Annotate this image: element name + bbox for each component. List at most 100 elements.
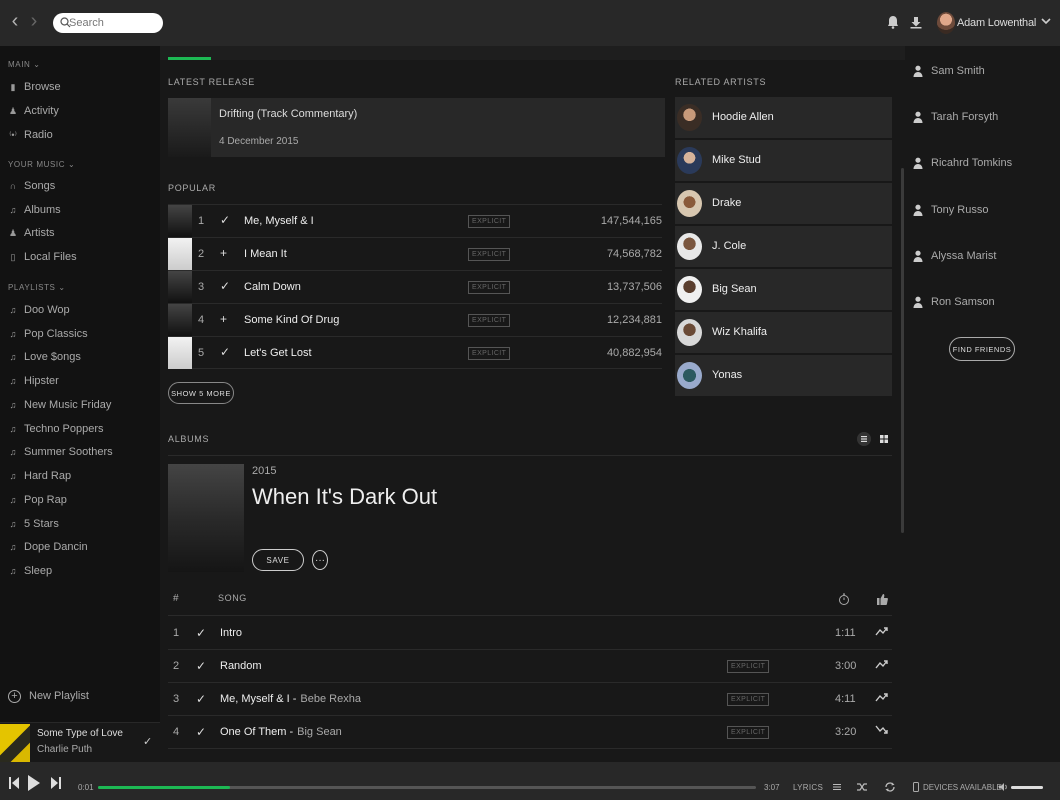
track-name[interactable]: Some Kind Of Drug <box>244 314 339 326</box>
playlist-item[interactable]: ♫ Sleep <box>8 562 156 580</box>
artist-avatar[interactable] <box>677 147 702 174</box>
volume-icon[interactable] <box>998 782 1009 792</box>
track-title[interactable]: One Of Them - <box>220 726 293 738</box>
more-options-button[interactable]: ··· <box>312 550 328 570</box>
save-button[interactable]: SAVE <box>252 549 304 571</box>
user-name[interactable]: Adam Lowenthal <box>957 17 1036 29</box>
sidebar-item-activity[interactable]: ♟ Activity <box>8 102 156 120</box>
artist-name[interactable]: Yonas <box>712 369 742 381</box>
track-name[interactable]: Let's Get Lost <box>244 347 312 359</box>
saved-check-icon[interactable]: ✓ <box>143 735 152 748</box>
artist-avatar[interactable] <box>677 276 702 303</box>
artist-avatar[interactable] <box>677 190 702 217</box>
add-icon[interactable]: + <box>220 312 227 326</box>
search-box[interactable] <box>53 13 163 33</box>
latest-release-title[interactable]: Drifting (Track Commentary) <box>219 108 357 120</box>
related-artist-item[interactable]: Hoodie Allen <box>675 97 892 138</box>
related-artist-item[interactable]: Mike Stud <box>675 140 892 181</box>
grid-view-icon[interactable] <box>877 432 891 446</box>
artist-name[interactable]: Drake <box>712 197 741 209</box>
queue-icon[interactable] <box>832 782 842 792</box>
playlist-item[interactable]: ♫ Pop Rap <box>8 491 156 509</box>
progress-bar[interactable] <box>98 786 756 789</box>
playlist-item[interactable]: ♫ Dope Dancin <box>8 538 156 556</box>
volume-slider[interactable] <box>1011 786 1043 789</box>
list-view-icon[interactable] <box>857 432 871 446</box>
artist-avatar[interactable] <box>677 104 702 131</box>
chevron-down-icon[interactable] <box>1040 14 1052 28</box>
album-track-row[interactable]: 1 ✓ Intro 1:11 <box>168 617 892 650</box>
artist-name[interactable]: Wiz Khalifa <box>712 326 767 338</box>
popular-row[interactable]: 5 ✓ Let's Get Lost EXPLICIT 40,882,954 <box>168 336 662 369</box>
search-input[interactable] <box>69 15 159 31</box>
playlist-item[interactable]: ♫ Hard Rap <box>8 467 156 485</box>
related-artist-item[interactable]: Drake <box>675 183 892 224</box>
playlist-item[interactable]: ♫ New Music Friday <box>8 396 156 414</box>
download-icon[interactable] <box>909 14 923 30</box>
related-artist-item[interactable]: Yonas <box>675 355 892 396</box>
friend-item[interactable]: Ricahrd Tomkins <box>913 155 1012 171</box>
now-playing[interactable]: Some Type of Love Charlie Puth ✓ <box>0 722 160 763</box>
bell-icon[interactable] <box>886 14 900 30</box>
lyrics-button[interactable]: LYRICS <box>793 783 823 792</box>
saved-check-icon[interactable]: ✓ <box>196 692 206 706</box>
devices-button[interactable]: DEVICES AVAILABLE <box>913 782 1002 792</box>
artist-name[interactable]: Hoodie Allen <box>712 111 774 123</box>
saved-check-icon[interactable]: ✓ <box>196 626 206 640</box>
popular-row[interactable]: 2 + I Mean It EXPLICIT 74,568,782 <box>168 237 662 270</box>
friend-item[interactable]: Tony Russo <box>913 202 988 218</box>
track-name[interactable]: I Mean It <box>244 248 287 260</box>
sidebar-section-main[interactable]: MAIN ⌄ <box>8 60 41 69</box>
track-name[interactable]: Me, Myself & I <box>244 215 314 227</box>
previous-icon[interactable] <box>8 776 20 790</box>
track-name[interactable]: Intro <box>220 627 246 639</box>
sidebar-item-local-files[interactable]: ▯ Local Files <box>8 248 156 266</box>
friend-item[interactable]: Sam Smith <box>913 63 985 79</box>
album-track-row[interactable]: 3 ✓ Me, Myself & I - Bebe Rexha EXPLICIT … <box>168 683 892 716</box>
friend-item[interactable]: Ron Samson <box>913 294 995 310</box>
friend-item[interactable]: Alyssa Marist <box>913 248 996 264</box>
find-friends-button[interactable]: FIND FRIENDS <box>949 337 1015 361</box>
artist-avatar[interactable] <box>677 233 702 260</box>
playlist-item[interactable]: ♫ 5 Stars <box>8 515 156 533</box>
playlist-item[interactable]: ♫ Doo Wop <box>8 301 156 319</box>
related-artist-item[interactable]: Wiz Khalifa <box>675 312 892 353</box>
artist-name[interactable]: Big Sean <box>712 283 757 295</box>
saved-check-icon[interactable]: ✓ <box>220 213 230 227</box>
artist-name[interactable]: Mike Stud <box>712 154 761 166</box>
sidebar-section-your-music[interactable]: YOUR MUSIC ⌄ <box>8 160 75 169</box>
track-title[interactable]: Me, Myself & I - <box>220 693 296 705</box>
latest-release-card[interactable]: Drifting (Track Commentary) 4 December 2… <box>168 98 665 157</box>
sidebar-section-playlists[interactable]: PLAYLISTS ⌄ <box>8 283 66 292</box>
track-title[interactable]: Intro <box>220 627 242 639</box>
latest-release-art[interactable] <box>168 98 211 157</box>
sidebar-item-songs[interactable]: ∩ Songs <box>8 177 156 195</box>
artist-avatar[interactable] <box>677 362 702 389</box>
sidebar-item-radio[interactable]: ⁽•⁾ Radio <box>8 126 156 144</box>
friend-item[interactable]: Tarah Forsyth <box>913 109 998 125</box>
artist-avatar[interactable] <box>677 319 702 346</box>
scrollbar[interactable] <box>901 168 904 533</box>
forward-arrow-icon[interactable]: › <box>27 11 41 31</box>
album-track-row[interactable]: 2 ✓ Random EXPLICIT 3:00 <box>168 650 892 683</box>
popular-row[interactable]: 4 + Some Kind Of Drug EXPLICIT 12,234,88… <box>168 303 662 336</box>
playlist-item[interactable]: ♫ Pop Classics <box>8 325 156 343</box>
related-artist-item[interactable]: J. Cole <box>675 226 892 267</box>
now-playing-album-art[interactable] <box>0 724 30 763</box>
show-more-button[interactable]: SHOW 5 MORE <box>168 382 234 404</box>
playlist-item[interactable]: ♫ Summer Soothers <box>8 443 156 461</box>
album-track-row[interactable]: 4 ✓ One Of Them - Big Sean EXPLICIT 3:20 <box>168 716 892 749</box>
track-name[interactable]: Me, Myself & I - Bebe Rexha <box>220 693 361 705</box>
featured-artist[interactable]: Big Sean <box>297 726 342 738</box>
related-artist-item[interactable]: Big Sean <box>675 269 892 310</box>
saved-check-icon[interactable]: ✓ <box>220 279 230 293</box>
sidebar-item-browse[interactable]: ▮ Browse <box>8 78 156 96</box>
new-playlist-button[interactable]: + New Playlist <box>8 686 89 706</box>
saved-check-icon[interactable]: ✓ <box>220 345 230 359</box>
saved-check-icon[interactable]: ✓ <box>196 659 206 673</box>
back-arrow-icon[interactable]: ‹ <box>8 11 22 31</box>
sidebar-item-artists[interactable]: ♟ Artists <box>8 224 156 242</box>
now-playing-title[interactable]: Some Type of Love <box>37 728 123 739</box>
user-avatar[interactable] <box>937 12 955 34</box>
repeat-icon[interactable] <box>884 781 896 793</box>
